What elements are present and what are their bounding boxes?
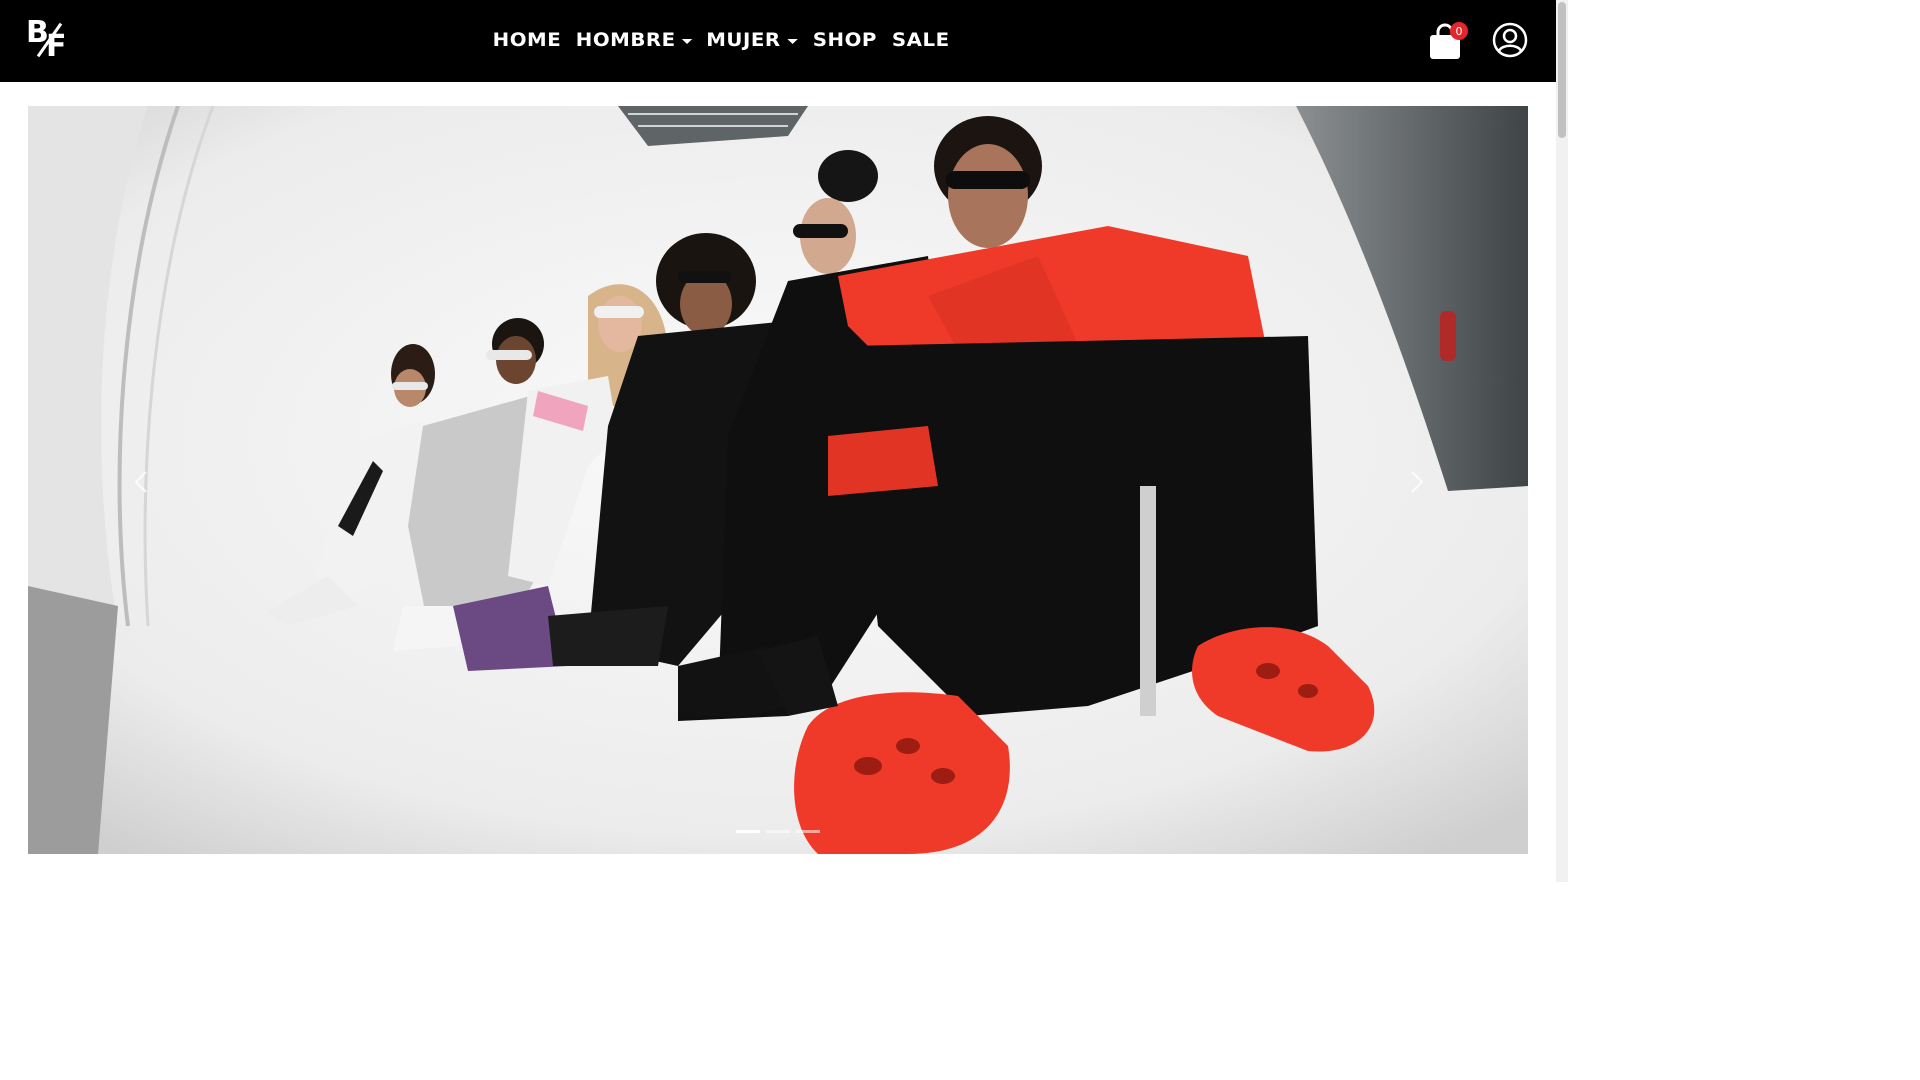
nav-sale[interactable]: SALE: [892, 29, 950, 51]
account-button[interactable]: [1492, 22, 1528, 58]
chevron-left-icon: [134, 471, 147, 493]
carousel-next-button[interactable]: [1398, 464, 1434, 500]
chevron-right-icon: [1411, 471, 1424, 493]
carousel-indicator-1[interactable]: [736, 830, 760, 833]
hero-image: [28, 106, 1528, 854]
carousel-indicator-3[interactable]: [796, 830, 820, 833]
page-scrollbar[interactable]: [1556, 0, 1568, 882]
nav-hombre[interactable]: HOMBRE: [576, 29, 693, 51]
carousel-prev-button[interactable]: [124, 464, 160, 500]
user-circle-icon: [1492, 22, 1528, 58]
nav-mujer[interactable]: MUJER: [706, 29, 798, 51]
nav-sale-label: SALE: [892, 29, 950, 51]
caret-down-icon: [681, 38, 693, 44]
caret-down-icon: [786, 38, 798, 44]
carousel-indicator-2[interactable]: [766, 830, 790, 833]
nav-shop[interactable]: SHOP: [812, 29, 876, 51]
logo-letter-f: F: [46, 29, 67, 64]
top-navbar: B F HOME HOMBRE MUJER SHOP SALE 0: [0, 0, 1556, 82]
carousel-indicators: [736, 830, 820, 833]
nav-mujer-label: MUJER: [706, 29, 781, 51]
scrollbar-thumb[interactable]: [1558, 2, 1566, 138]
main-menu: HOME HOMBRE MUJER SHOP SALE: [493, 22, 950, 58]
nav-home-label: HOME: [492, 29, 562, 51]
nav-hombre-label: HOMBRE: [575, 29, 676, 51]
cart-button[interactable]: 0: [1428, 22, 1470, 62]
nav-shop-label: SHOP: [812, 29, 877, 51]
hero-carousel: [28, 106, 1528, 854]
cart-count-badge: 0: [1450, 22, 1468, 40]
nav-home[interactable]: HOME: [493, 29, 562, 51]
brand-logo[interactable]: B F: [26, 18, 72, 62]
